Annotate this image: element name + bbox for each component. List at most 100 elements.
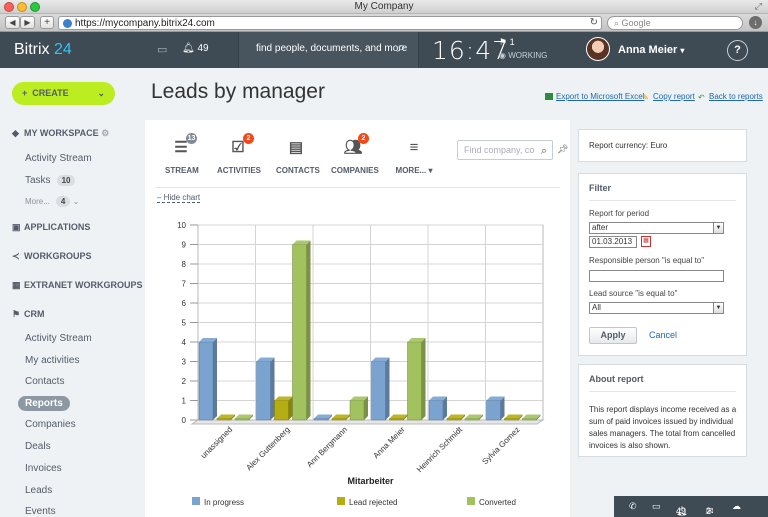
bar-converted[interactable] bbox=[349, 396, 368, 421]
y-tick-label: 3 bbox=[182, 358, 187, 367]
back-to-reports-link[interactable]: ↶ Back to reports bbox=[698, 92, 763, 102]
bar-in-progress[interactable] bbox=[371, 357, 390, 421]
url-bar[interactable]: https://mycompany.bitrix24.com ↻ bbox=[58, 16, 602, 30]
sidebar-item-invoices[interactable]: Invoices bbox=[25, 463, 62, 474]
downloads-icon[interactable]: ↓ bbox=[749, 16, 762, 29]
bar-side bbox=[270, 357, 275, 420]
sidebar-item-activity-stream[interactable]: Activity Stream bbox=[25, 153, 92, 164]
sidebar-item-label: More... bbox=[25, 197, 50, 206]
search-icon[interactable]: ⌕ bbox=[397, 39, 406, 57]
bar-in-progress[interactable] bbox=[486, 396, 505, 421]
bar-converted[interactable] bbox=[292, 240, 311, 421]
notifications-count: 49 bbox=[197, 43, 209, 54]
reload-icon[interactable]: ↻ bbox=[590, 17, 598, 28]
sidebar-item-more[interactable]: More... 4 ⌄ bbox=[25, 196, 79, 207]
avatar[interactable] bbox=[586, 37, 610, 61]
legend-item[interactable]: In progress bbox=[192, 497, 244, 507]
create-button[interactable]: + CREATE ⌄ bbox=[12, 82, 115, 105]
sidebar-item-contacts[interactable]: Contacts bbox=[25, 376, 64, 387]
stream-badge: 13 bbox=[186, 133, 197, 144]
legend-item[interactable]: Lead rejected bbox=[337, 497, 397, 507]
find-company-input[interactable]: Find company, co ⌕ bbox=[457, 140, 553, 160]
hide-chart-link[interactable]: – Hide chart bbox=[157, 193, 201, 203]
bar-front bbox=[389, 418, 404, 421]
notifications-button[interactable]: 🔔︎ 49 bbox=[182, 43, 209, 54]
chat-icon[interactable]: ▭ bbox=[157, 43, 167, 56]
bar-in-progress[interactable] bbox=[256, 357, 275, 421]
forward-button[interactable]: ▶ bbox=[20, 16, 35, 29]
chevron-down-icon: ⌄ bbox=[97, 88, 105, 98]
browser-toolbar: ◀ ▶ + https://mycompany.bitrix24.com ↻ ⌕… bbox=[0, 14, 768, 32]
cloud-icon[interactable]: ☁ bbox=[732, 501, 741, 512]
gear-icon[interactable]: ⚙ bbox=[101, 128, 109, 138]
sidebar-section-workgroups[interactable]: ≺ WORKGROUPS bbox=[12, 251, 92, 262]
phone-icon[interactable]: ✆ bbox=[629, 501, 637, 512]
divider bbox=[155, 187, 560, 188]
sidebar-section-applications[interactable]: ▣ APPLICATIONS bbox=[12, 222, 90, 233]
legend-label: In progress bbox=[204, 498, 244, 507]
sidebar-section-crm[interactable]: ⚑ CRM bbox=[12, 309, 45, 320]
toolbar-contacts[interactable]: ▤ CONTACTS bbox=[276, 138, 320, 175]
work-status[interactable]: ◉ WORKING bbox=[499, 51, 547, 60]
apply-button[interactable]: Apply bbox=[589, 327, 637, 344]
section-label: APPLICATIONS bbox=[24, 222, 91, 232]
sidebar-item-tasks[interactable]: Tasks 10 bbox=[25, 175, 76, 186]
url-text: https://mycompany.bitrix24.com bbox=[75, 18, 215, 29]
fullscreen-icon[interactable]: ⤢ bbox=[755, 1, 762, 12]
contact-card-icon: ▤ bbox=[288, 139, 304, 156]
status-icon: ◉ bbox=[499, 51, 506, 60]
sidebar-item-crm-activity-stream[interactable]: Activity Stream bbox=[25, 333, 92, 344]
chat-icon[interactable]: ▭ bbox=[652, 501, 661, 512]
x-tick-label: Ann Bergmann bbox=[305, 425, 349, 469]
user-menu[interactable]: Anna Meier ▾ bbox=[618, 44, 684, 56]
bottom-messages-count: 2 bbox=[706, 506, 712, 516]
toolbar-companies[interactable]: 👥︎ 2 COMPANIES bbox=[331, 133, 379, 175]
sidebar-section-my-workspace[interactable]: ◆ MY WORKSPACE ⚙ bbox=[12, 128, 109, 139]
toolbar-stream[interactable]: ☰ 13 STREAM bbox=[165, 133, 199, 175]
header-search[interactable]: find people, documents, and more ⌕ bbox=[238, 32, 419, 68]
help-button[interactable]: ? bbox=[727, 40, 748, 61]
copy-report-link[interactable]: ✎ Copy report bbox=[642, 92, 695, 102]
sidebar-item-leads[interactable]: Leads bbox=[25, 485, 52, 496]
bar-in-progress[interactable] bbox=[428, 396, 447, 421]
copy-report-label: Copy report bbox=[653, 92, 695, 101]
bar-converted[interactable] bbox=[407, 338, 426, 421]
responsible-input[interactable] bbox=[589, 270, 724, 282]
sidebar-item-my-activities[interactable]: My activities bbox=[25, 355, 79, 366]
cancel-link[interactable]: Cancel bbox=[649, 330, 677, 340]
y-tick-label: 10 bbox=[177, 221, 186, 230]
search-icon[interactable]: ⌕ bbox=[541, 142, 547, 160]
period-select[interactable]: after ▼ bbox=[589, 222, 724, 234]
bar-in-progress[interactable] bbox=[198, 338, 217, 421]
flag-counter[interactable]: ⚑ 1 bbox=[499, 37, 515, 48]
sidebar-item-deals[interactable]: Deals bbox=[25, 441, 51, 452]
stream-icon: ☰ 13 bbox=[174, 133, 197, 156]
sidebar-item-companies[interactable]: Companies bbox=[25, 419, 76, 430]
new-tab-button[interactable]: + bbox=[40, 16, 54, 29]
toolbar-activities[interactable]: ☑ 2 ACTIVITIES bbox=[217, 133, 261, 175]
period-label: Report for period bbox=[589, 209, 650, 218]
pin-icon[interactable]: 📌︎ bbox=[557, 144, 568, 155]
bar-lead-rejected[interactable] bbox=[274, 396, 293, 421]
legend-item[interactable]: Converted bbox=[467, 497, 516, 507]
bar-front bbox=[256, 361, 271, 421]
browser-search-input[interactable]: ⌕ Google bbox=[607, 16, 743, 30]
sidebar-item-reports[interactable]: Reports bbox=[18, 396, 70, 411]
clock[interactable]: 16:47 bbox=[432, 36, 509, 65]
work-status-text: WORKING bbox=[508, 51, 548, 60]
legend-swatch bbox=[467, 497, 475, 505]
sidebar-section-extranet[interactable]: ▦ EXTRANET WORKGROUPS bbox=[12, 280, 143, 291]
bottom-bar: ✆ ▭ 🔔︎ 49 ✉ 2 ☁ bbox=[614, 496, 768, 517]
sidebar-item-events[interactable]: Events bbox=[25, 506, 56, 517]
left-sidebar: + CREATE ⌄ ◆ MY WORKSPACE ⚙ Activity Strea… bbox=[0, 68, 145, 517]
source-label: Lead source "is equal to" bbox=[589, 289, 678, 298]
bar-side bbox=[443, 396, 447, 420]
export-excel-link[interactable]: Export to Microsoft Excel bbox=[545, 92, 644, 101]
toolbar-more[interactable]: ≡ MORE... ▾ bbox=[395, 138, 433, 175]
back-button[interactable]: ◀ bbox=[5, 16, 20, 29]
source-select[interactable]: All ▼ bbox=[589, 302, 724, 314]
logo[interactable]: Bitrix 24 bbox=[14, 41, 72, 59]
y-tick-label: 9 bbox=[182, 241, 187, 250]
period-date-input[interactable]: 01.03.2013 bbox=[589, 236, 637, 248]
calendar-icon[interactable]: ▦ bbox=[641, 236, 651, 247]
